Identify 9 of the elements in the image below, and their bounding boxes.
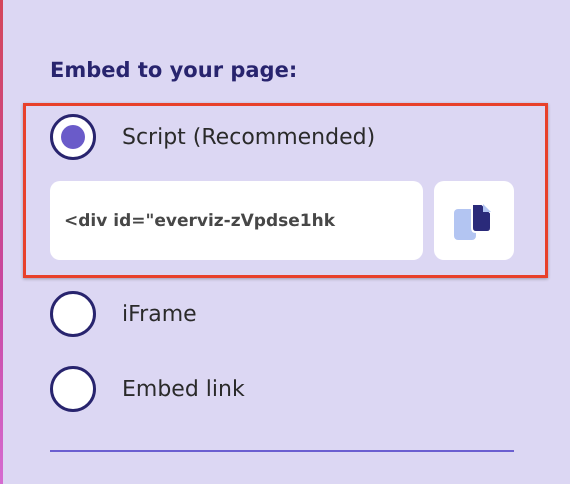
option-label: Script (Recommended): [122, 124, 376, 150]
section-heading: Embed to your page:: [50, 58, 298, 82]
radio-button[interactable]: [50, 114, 96, 160]
option-label: Embed link: [122, 376, 245, 402]
radio-button[interactable]: [50, 366, 96, 412]
embed-code-field[interactable]: <div id="everviz-zVpdse1hk: [50, 181, 423, 260]
copy-button[interactable]: [434, 181, 514, 260]
option-label: iFrame: [122, 302, 197, 326]
radio-button[interactable]: [50, 291, 96, 337]
